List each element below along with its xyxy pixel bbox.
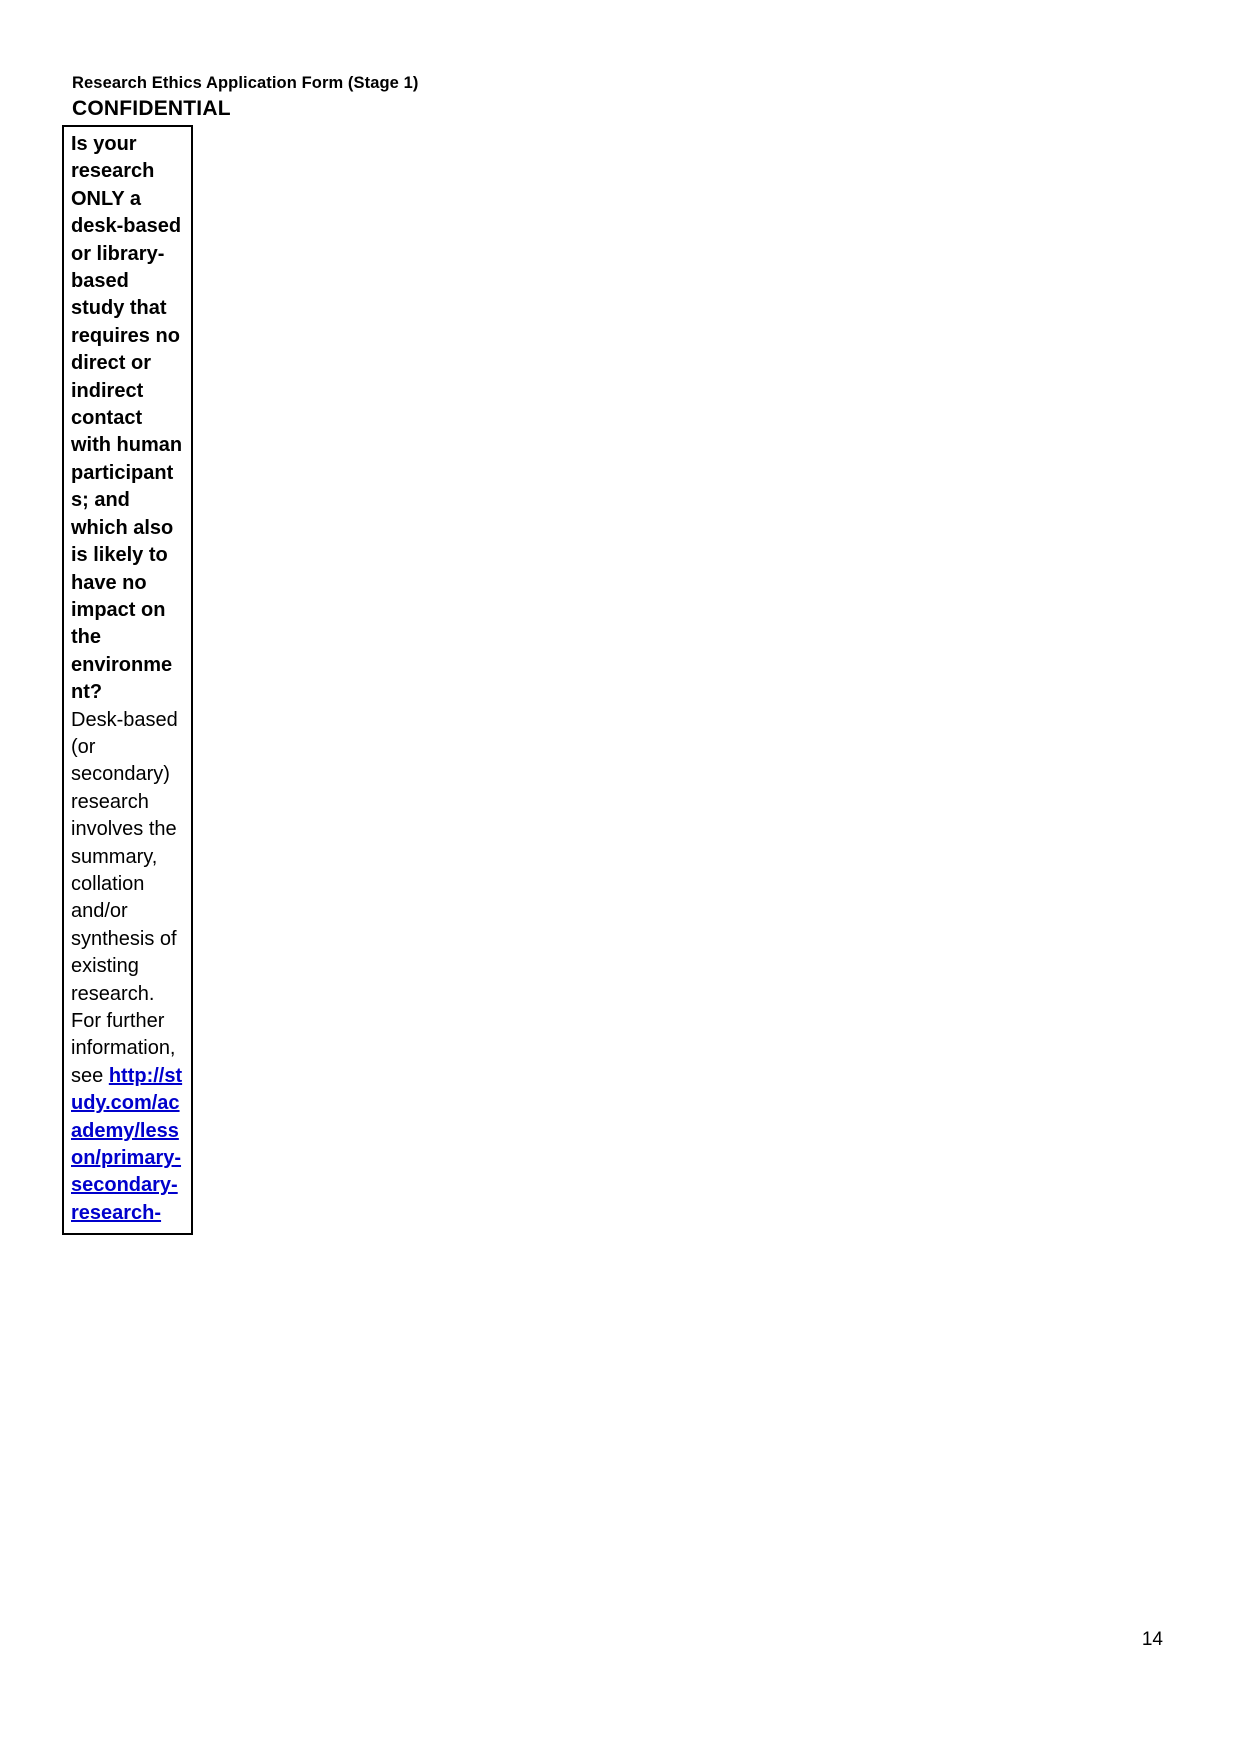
guidance-text: Desk-based (or secondary) research invol… <box>71 708 178 1087</box>
form-title: Research Ethics Application Form (Stage … <box>72 74 419 92</box>
question-guidance: Desk-based (or secondary) research invol… <box>71 707 184 1228</box>
secondary-research-link[interactable]: http://study.com/academy/lesson/primary-… <box>71 1065 182 1224</box>
confidential-label: CONFIDENTIAL <box>72 97 231 120</box>
page-number: 14 <box>1141 1629 1163 1650</box>
document-page: Research Ethics Application Form (Stage … <box>0 0 1241 1754</box>
document-header: Research Ethics Application Form (Stage … <box>72 72 1072 122</box>
question-prompt: Is your research ONLY a desk-based or li… <box>71 133 183 704</box>
question-cell: Is your research ONLY a desk-based or li… <box>64 127 191 1233</box>
ethics-question-table: Is your research ONLY a desk-based or li… <box>62 125 193 1236</box>
table-row: Is your research ONLY a desk-based or li… <box>64 127 191 1233</box>
